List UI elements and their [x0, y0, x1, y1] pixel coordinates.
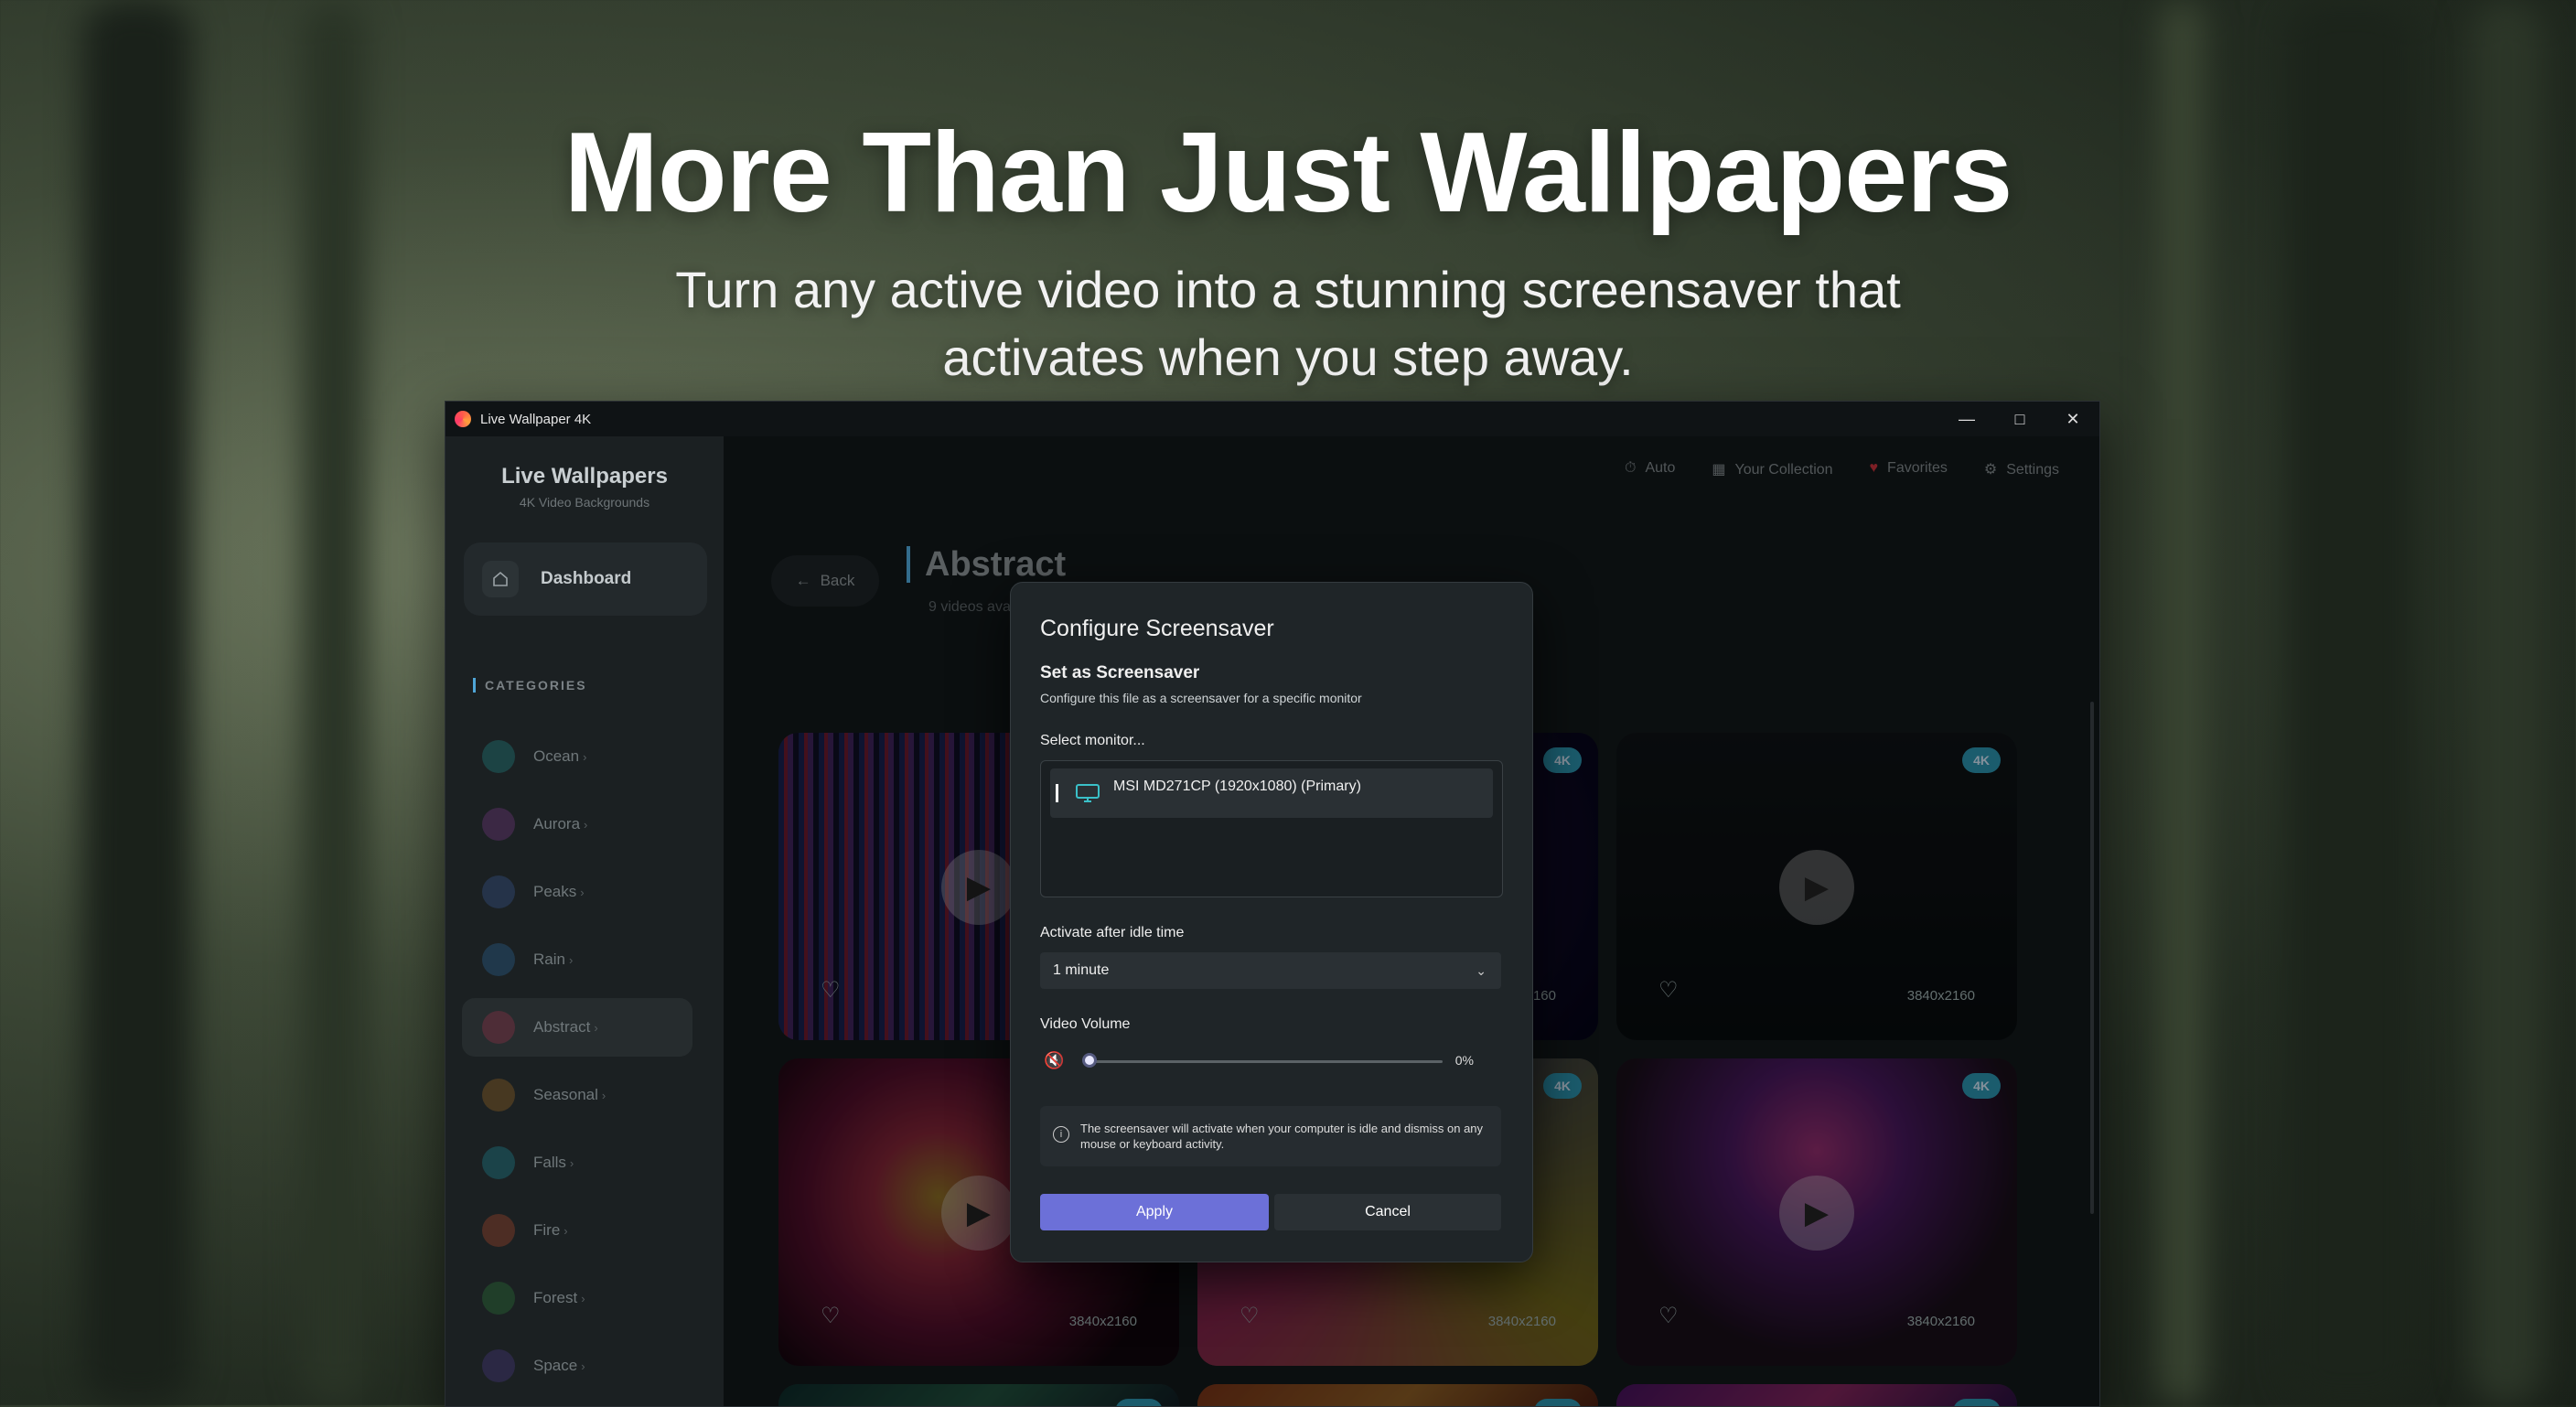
chevron-right-icon: ›	[580, 885, 585, 899]
maximize-button[interactable]: □	[1993, 402, 2046, 436]
idle-time-value: 1 minute	[1053, 962, 1110, 978]
home-icon	[482, 561, 519, 597]
volume-value: 0%	[1454, 1053, 1474, 1068]
chevron-right-icon: ›	[601, 1088, 606, 1102]
category-peaks[interactable]: Peaks ›	[462, 863, 692, 921]
category-label: Aurora	[533, 815, 581, 832]
category-icon	[482, 740, 515, 773]
chevron-right-icon: ›	[581, 1291, 585, 1305]
category-aurora[interactable]: Aurora ›	[462, 795, 692, 854]
dashboard-label: Dashboard	[541, 569, 632, 588]
hero-title: More Than Just Wallpapers	[564, 110, 2013, 236]
category-icon	[482, 808, 515, 841]
category-abstract[interactable]: Abstract ›	[462, 998, 692, 1057]
idle-time-select[interactable]: 1 minute ⌄	[1040, 952, 1501, 989]
monitor-item[interactable]: MSI MD271CP (1920x1080) (Primary)	[1050, 768, 1493, 818]
info-icon: i	[1053, 1126, 1069, 1143]
dialog-description: Configure this file as a screensaver for…	[1040, 691, 1362, 705]
volume-slider-thumb[interactable]	[1082, 1053, 1097, 1068]
category-icon	[482, 1349, 515, 1382]
volume-slider-track[interactable]	[1088, 1060, 1443, 1063]
brand-subtitle: 4K Video Backgrounds	[519, 495, 650, 510]
sidebar: Live Wallpapers 4K Video Backgrounds Das…	[445, 436, 724, 1406]
hero-subtitle: Turn any active video into a stunning sc…	[0, 256, 2576, 392]
category-space[interactable]: Space ›	[462, 1337, 692, 1395]
info-text: The screensaver will activate when your …	[1080, 1122, 1484, 1151]
categories-header: CATEGORIES	[473, 678, 587, 693]
category-icon	[482, 1214, 515, 1247]
window-controls: — □ ✕	[1940, 402, 2099, 436]
title-bar: Live Wallpaper 4K — □ ✕	[445, 402, 2099, 436]
dialog-title: Configure Screensaver	[1040, 616, 1274, 641]
chevron-right-icon: ›	[581, 1359, 585, 1373]
chevron-right-icon: ›	[584, 817, 588, 832]
chevron-right-icon: ›	[568, 952, 574, 967]
idle-label: Activate after idle time	[1040, 925, 1185, 940]
close-button[interactable]: ✕	[2046, 402, 2099, 436]
chevron-right-icon: ›	[569, 1155, 574, 1170]
volume-control: 🔇 0%	[1040, 1047, 1501, 1075]
category-label: Space	[533, 1357, 578, 1374]
hero-subtitle-line2: activates when you step away.	[942, 328, 1634, 386]
hero-subtitle-line1: Turn any active video into a stunning sc…	[675, 261, 1901, 318]
category-label: Falls	[533, 1154, 566, 1171]
category-rain[interactable]: Rain ›	[462, 930, 692, 989]
category-icon	[482, 1146, 515, 1179]
category-icon	[482, 1282, 515, 1315]
speaker-muted-icon[interactable]: 🔇	[1044, 1051, 1064, 1070]
dialog-section-title: Set as Screensaver	[1040, 663, 1200, 682]
dashboard-button[interactable]: Dashboard	[464, 542, 707, 616]
category-fire[interactable]: Fire ›	[462, 1201, 692, 1260]
category-falls[interactable]: Falls ›	[462, 1133, 692, 1192]
category-label: Forest	[533, 1289, 578, 1306]
window-title: Live Wallpaper 4K	[480, 411, 592, 427]
category-label: Abstract	[533, 1018, 591, 1036]
chevron-right-icon: ›	[594, 1020, 598, 1035]
chevron-right-icon: ›	[564, 1223, 568, 1238]
app-logo-icon	[455, 411, 471, 427]
category-label: Seasonal	[533, 1086, 598, 1103]
minimize-button[interactable]: —	[1940, 402, 1993, 436]
category-forest[interactable]: Forest ›	[462, 1269, 692, 1327]
chevron-right-icon: ›	[583, 749, 587, 764]
brand-title: Live Wallpapers	[501, 464, 668, 489]
cancel-button[interactable]: Cancel	[1274, 1194, 1501, 1230]
category-icon	[482, 1011, 515, 1044]
category-seasonal[interactable]: Seasonal ›	[462, 1066, 692, 1124]
category-label: Fire	[533, 1221, 561, 1239]
monitor-label: Select monitor...	[1040, 733, 1145, 748]
category-icon	[482, 943, 515, 976]
category-label: Peaks	[533, 883, 577, 900]
chevron-down-icon: ⌄	[1476, 962, 1487, 978]
category-icon	[482, 875, 515, 908]
monitor-list: MSI MD271CP (1920x1080) (Primary)	[1040, 760, 1503, 897]
volume-label: Video Volume	[1040, 1016, 1131, 1032]
monitor-icon	[1076, 784, 1100, 802]
category-icon	[482, 1079, 515, 1112]
category-label: Rain	[533, 951, 565, 968]
info-box: i The screensaver will activate when you…	[1040, 1106, 1501, 1166]
configure-screensaver-dialog: Configure Screensaver Set as Screensaver…	[1010, 582, 1533, 1262]
monitor-item-label: MSI MD271CP (1920x1080) (Primary)	[1113, 779, 1361, 794]
category-ocean[interactable]: Ocean ›	[462, 727, 692, 786]
apply-button[interactable]: Apply	[1040, 1194, 1269, 1230]
category-label: Ocean	[533, 747, 580, 765]
selection-indicator	[1056, 784, 1058, 802]
